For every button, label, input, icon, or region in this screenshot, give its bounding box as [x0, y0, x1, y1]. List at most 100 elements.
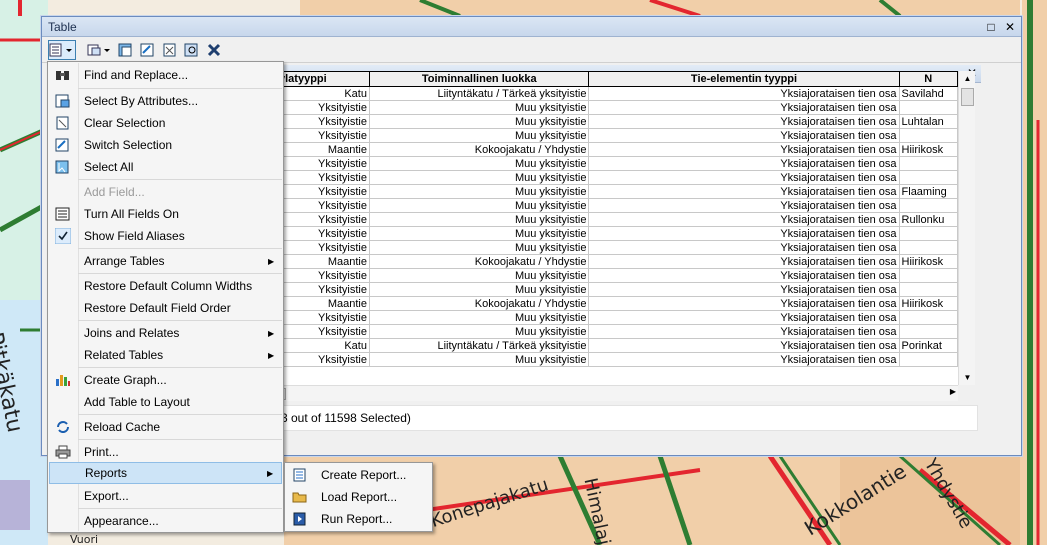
menu-item-restore-field-order[interactable]: Restore Default Field Order: [49, 297, 282, 319]
menu-item-switch-selection[interactable]: Switch Selection: [49, 134, 282, 156]
table-cell[interactable]: Yksiajorataisen tien osa: [588, 226, 900, 241]
table-cell[interactable]: Flaaming: [898, 184, 958, 199]
switch-selection-button[interactable]: [138, 40, 158, 60]
table-cell[interactable]: Yksiajorataisen tien osa: [588, 254, 900, 269]
table-cell[interactable]: Savilahd: [898, 86, 958, 101]
table-cell[interactable]: Yksiajorataisen tien osa: [588, 352, 900, 367]
table-cell[interactable]: [898, 100, 958, 115]
table-row[interactable]: Yksityistie Muu yksityistie Yksiajorataise…: [240, 100, 958, 115]
clear-selection-button[interactable]: [160, 40, 180, 60]
table-row[interactable]: Yksityistie Muu yksityistie Yksiajorataise…: [240, 324, 958, 339]
table-cell[interactable]: Yksiajorataisen tien osa: [588, 156, 900, 171]
menu-item-reload-cache[interactable]: Reload Cache: [49, 416, 282, 438]
table-cell[interactable]: Liityntäkatu / Tärkeä yksityistie: [368, 86, 590, 101]
table-cell[interactable]: [898, 226, 958, 241]
table-row[interactable]: Yksityistie Muu yksityistie Yksiajorataise…: [240, 226, 958, 241]
table-row[interactable]: Katu Liityntäkatu / Tärkeä yksityistie Yks…: [240, 338, 958, 353]
table-row[interactable]: Yksityistie Muu yksityistie Yksiajorataise…: [240, 240, 958, 255]
table-cell[interactable]: Yksiajorataisen tien osa: [588, 240, 900, 255]
menu-item-load-report[interactable]: Load Report...: [286, 486, 431, 508]
table-cell[interactable]: Kokoojakatu / Yhdystie: [368, 254, 590, 269]
scroll-right-icon[interactable]: ▶: [950, 387, 956, 396]
table-cell[interactable]: Yksiajorataisen tien osa: [588, 212, 900, 227]
table-row[interactable]: Katu Liityntäkatu / Tärkeä yksityistie Yks…: [240, 86, 958, 101]
table-cell[interactable]: Muu yksityistie: [368, 282, 590, 297]
table-row[interactable]: Yksityistie Muu yksityistie Yksiajorataise…: [240, 282, 958, 297]
delete-selected-button[interactable]: [204, 40, 224, 60]
table-cell[interactable]: [898, 268, 958, 283]
table-cell[interactable]: Yksiajorataisen tien osa: [588, 338, 900, 353]
table-cell[interactable]: Hiirikosk: [898, 254, 958, 269]
menu-item-find-replace[interactable]: Find and Replace...: [49, 64, 282, 86]
select-by-attributes-button[interactable]: [116, 40, 136, 60]
table-cell[interactable]: Muu yksityistie: [368, 114, 590, 129]
menu-item-turn-all-fields-on[interactable]: Turn All Fields On: [49, 203, 282, 225]
table-cell[interactable]: Kokoojakatu / Yhdystie: [368, 142, 590, 157]
table-row[interactable]: Yksityistie Muu yksityistie Yksiajorataise…: [240, 114, 958, 129]
table-cell[interactable]: Muu yksityistie: [368, 212, 590, 227]
table-cell[interactable]: [898, 352, 958, 367]
menu-item-select-all[interactable]: Select All: [49, 156, 282, 178]
table-cell[interactable]: Yksiajorataisen tien osa: [588, 198, 900, 213]
table-cell[interactable]: Kokoojakatu / Yhdystie: [368, 296, 590, 311]
table-cell[interactable]: [898, 310, 958, 325]
table-cell[interactable]: Muu yksityistie: [368, 198, 590, 213]
table-cell[interactable]: Muu yksityistie: [368, 128, 590, 143]
table-cell[interactable]: Yksiajorataisen tien osa: [588, 114, 900, 129]
table-cell[interactable]: Muu yksityistie: [368, 184, 590, 199]
table-cell[interactable]: Yksiajorataisen tien osa: [588, 324, 900, 339]
table-cell[interactable]: [898, 156, 958, 171]
horizontal-scrollbar[interactable]: ▶: [240, 385, 958, 401]
menu-item-export[interactable]: Export...: [49, 485, 282, 507]
table-row[interactable]: Yksityistie Muu yksityistie Yksiajorataise…: [240, 156, 958, 171]
table-row[interactable]: Yksityistie Muu yksityistie Yksiajorataise…: [240, 268, 958, 283]
table-cell[interactable]: Muu yksityistie: [368, 324, 590, 339]
related-tables-button[interactable]: [86, 40, 114, 60]
table-cell[interactable]: Muu yksityistie: [368, 156, 590, 171]
table-cell[interactable]: Porinkat: [898, 338, 958, 353]
menu-item-select-by-attributes[interactable]: Select By Attributes...: [49, 90, 282, 112]
table-cell[interactable]: Yksiajorataisen tien osa: [588, 282, 900, 297]
table-cell[interactable]: Muu yksityistie: [368, 100, 590, 115]
column-header[interactable]: Toiminnallinen luokka: [368, 71, 590, 87]
vertical-scrollbar[interactable]: ▲ ▼: [958, 71, 975, 385]
column-header[interactable]: Tie-elementin tyyppi: [588, 71, 900, 87]
table-row[interactable]: Maantie Kokoojakatu / Yhdystie Yksiajorata…: [240, 254, 958, 269]
table-cell[interactable]: Hiirikosk: [898, 142, 958, 157]
menu-item-restore-column-widths[interactable]: Restore Default Column Widths: [49, 275, 282, 297]
table-row[interactable]: Maantie Kokoojakatu / Yhdystie Yksiajorata…: [240, 142, 958, 157]
column-header[interactable]: N: [898, 71, 958, 87]
window-titlebar[interactable]: Table □ ✕: [42, 17, 1021, 37]
table-cell[interactable]: Muu yksityistie: [368, 170, 590, 185]
menu-item-clear-selection[interactable]: Clear Selection: [49, 112, 282, 134]
table-cell[interactable]: Yksiajorataisen tien osa: [588, 296, 900, 311]
table-cell[interactable]: Muu yksityistie: [368, 310, 590, 325]
scroll-down-icon[interactable]: ▼: [959, 370, 976, 385]
table-cell[interactable]: [898, 240, 958, 255]
table-cell[interactable]: Yksiajorataisen tien osa: [588, 100, 900, 115]
table-cell[interactable]: [898, 324, 958, 339]
table-row[interactable]: Yksityistie Muu yksityistie Yksiajorataise…: [240, 212, 958, 227]
table-cell[interactable]: Yksiajorataisen tien osa: [588, 86, 900, 101]
table-cell[interactable]: Hiirikosk: [898, 296, 958, 311]
table-cell[interactable]: Luhtalan: [898, 114, 958, 129]
table-row[interactable]: Maantie Kokoojakatu / Yhdystie Yksiajorata…: [240, 296, 958, 311]
table-row[interactable]: Yksityistie Muu yksityistie Yksiajorataise…: [240, 170, 958, 185]
table-cell[interactable]: Yksiajorataisen tien osa: [588, 170, 900, 185]
table-row[interactable]: Yksityistie Muu yksityistie Yksiajorataise…: [240, 352, 958, 367]
table-cell[interactable]: Muu yksityistie: [368, 268, 590, 283]
scroll-thumb[interactable]: [961, 88, 974, 106]
table-row[interactable]: Yksityistie Muu yksityistie Yksiajorataise…: [240, 128, 958, 143]
table-cell[interactable]: Yksiajorataisen tien osa: [588, 310, 900, 325]
table-cell[interactable]: [898, 128, 958, 143]
menu-item-related-tables[interactable]: Related Tables ▶: [49, 344, 282, 366]
zoom-to-selected-button[interactable]: [182, 40, 202, 60]
table-cell[interactable]: Muu yksityistie: [368, 352, 590, 367]
menu-item-add-table-to-layout[interactable]: Add Table to Layout: [49, 391, 282, 413]
table-cell[interactable]: Muu yksityistie: [368, 240, 590, 255]
table-cell[interactable]: Yksiajorataisen tien osa: [588, 128, 900, 143]
menu-item-joins-and-relates[interactable]: Joins and Relates ▶: [49, 322, 282, 344]
table-cell[interactable]: Rullonku: [898, 212, 958, 227]
table-cell[interactable]: [898, 170, 958, 185]
table-row[interactable]: Yksityistie Muu yksityistie Yksiajorataise…: [240, 198, 958, 213]
